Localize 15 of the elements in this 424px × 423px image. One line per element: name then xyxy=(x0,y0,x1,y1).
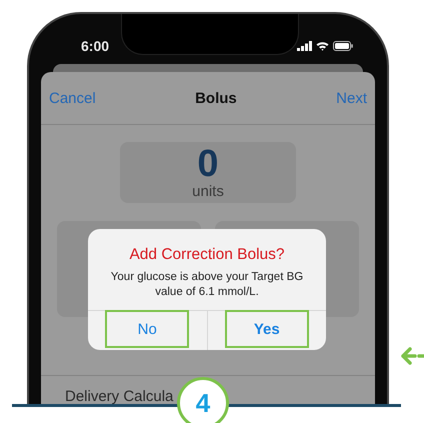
row-label: Delivery Calcula xyxy=(65,388,174,405)
dialog-title: Add Correction Bolus? xyxy=(128,246,286,264)
amount-value: 0 xyxy=(197,145,219,183)
screen-title: Bolus xyxy=(195,90,237,106)
amount-unit: units xyxy=(192,183,224,200)
next-button[interactable]: Next xyxy=(336,90,367,106)
arrow-icon xyxy=(401,346,424,366)
yes-button[interactable]: Yes xyxy=(224,310,309,348)
no-button[interactable]: No xyxy=(105,310,190,348)
wifi-icon xyxy=(316,40,329,51)
status-time: 6:00 xyxy=(81,38,110,54)
signal-icon xyxy=(297,40,312,51)
battery-icon xyxy=(333,40,353,51)
cancel-button[interactable]: Cancel xyxy=(49,90,96,106)
dialog-message: Your glucose is above your Target BG value of 6.1 mmol/L. xyxy=(110,270,304,300)
